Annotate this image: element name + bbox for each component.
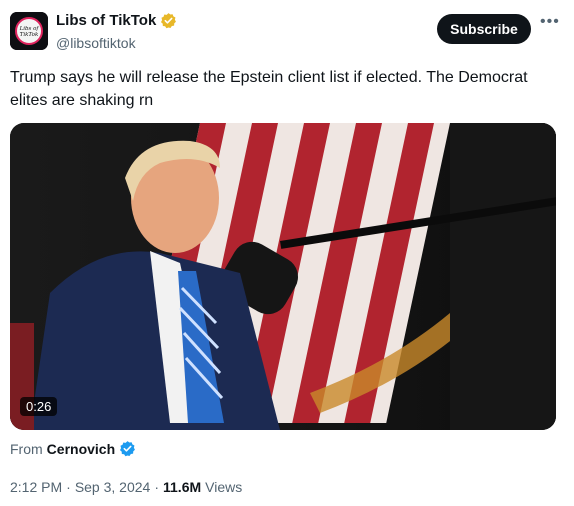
author-handle[interactable]: @libsoftiktok — [56, 35, 136, 51]
meta-separator: · — [66, 479, 71, 495]
source-attribution: From Cernovich — [10, 440, 136, 457]
avatar[interactable]: Libs of TikTok — [10, 12, 48, 50]
video-player[interactable] — [10, 123, 556, 430]
svg-text:TikTok: TikTok — [20, 32, 39, 38]
source-name[interactable]: Cernovich — [47, 441, 115, 457]
meta-separator: · — [154, 479, 159, 495]
author-name-row: Libs of TikTok — [56, 12, 177, 29]
author-display-name[interactable]: Libs of TikTok — [56, 12, 156, 29]
source-prefix: From — [10, 440, 43, 457]
verified-gold-badge-icon — [160, 12, 177, 29]
tweet-text: Trump says he will release the Epstein c… — [10, 69, 528, 109]
views-label: Views — [205, 479, 243, 495]
tweet-time[interactable]: 2:12 PM — [10, 479, 62, 495]
subscribe-button[interactable]: Subscribe — [437, 14, 531, 44]
views-count: 11.6M — [163, 479, 202, 495]
video-duration: 0:26 — [20, 397, 58, 416]
tweet-date[interactable]: Sep 3, 2024 — [75, 479, 151, 495]
more-horizontal-icon[interactable]: ••• — [540, 14, 559, 34]
verified-blue-badge-icon — [119, 440, 136, 457]
tweet-meta: 2:12 PM · Sep 3, 2024 · 11.6M Views — [10, 479, 242, 495]
